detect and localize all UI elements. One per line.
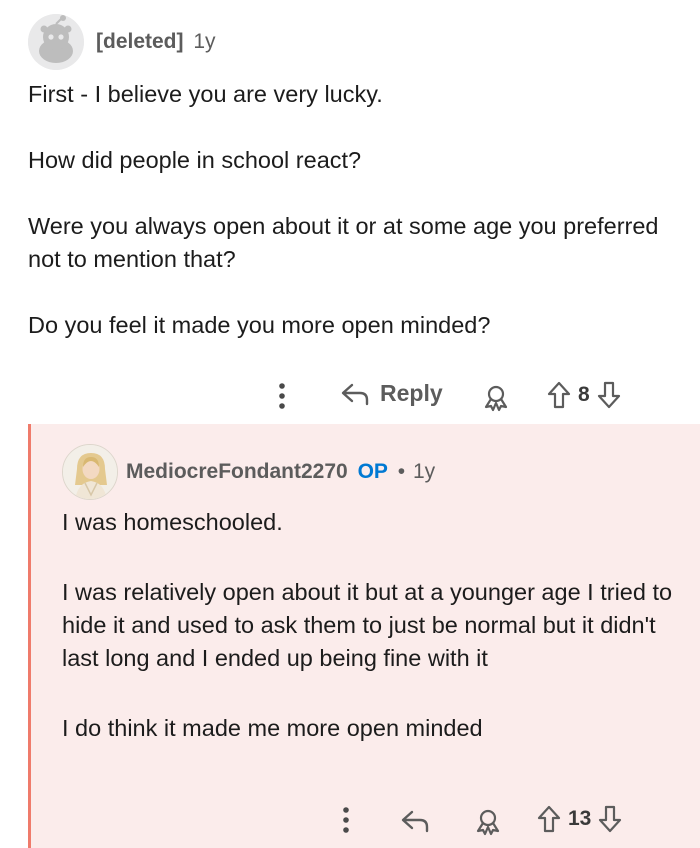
op-badge: OP [357,460,388,483]
reply-award-button[interactable] [472,806,504,838]
comment-age: 1y [193,30,216,53]
reply-button[interactable]: Reply [340,380,443,407]
reply-more-options-button[interactable] [334,802,358,838]
comment-paragraph: Were you always open about it or at some… [28,213,659,272]
comment-author[interactable]: [deleted] [96,30,184,53]
upvote-icon[interactable] [536,804,562,834]
more-vertical-icon [343,807,349,833]
award-button[interactable] [480,382,512,414]
reply-arrow-icon [341,383,369,405]
deleted-user-avatar[interactable] [28,14,84,70]
downvote-icon[interactable] [597,804,623,834]
award-icon [476,809,500,836]
op-avatar[interactable] [62,444,118,500]
reply-paragraph: I was relatively open about it but at a … [62,579,673,671]
reply-vote-count: 13 [568,807,592,830]
downvote-icon[interactable] [596,380,622,410]
comment-body: First - I believe you are very lucky. Ho… [28,78,668,342]
reply-arrow-icon [401,810,429,833]
upvote-icon[interactable] [546,380,572,410]
reply-body: I was homeschooled. I was relatively ope… [62,506,676,745]
avatar-portrait-icon [63,445,117,499]
reply-author[interactable]: MediocreFondant2270 [126,460,348,483]
snoo-icon [28,14,84,70]
meta-separator: • [397,460,406,483]
reply-paragraph: I was homeschooled. [62,509,283,535]
reply-label: Reply [380,380,443,406]
vote-count: 8 [578,383,590,406]
reply-reply-button[interactable] [398,806,432,836]
comment-meta: [deleted] 1y [96,30,216,54]
reply-meta: MediocreFondant2270 OP • 1y [126,460,435,484]
more-options-button[interactable] [270,378,294,414]
reply-paragraph: I do think it made me more open minded [62,715,483,741]
more-vertical-icon [279,383,285,409]
comment-paragraph: Do you feel it made you more open minded… [28,312,491,338]
comment-paragraph: How did people in school react? [28,147,362,173]
comment-paragraph: First - I believe you are very lucky. [28,81,383,107]
reply-age: 1y [412,460,436,483]
vote-control: 8 [546,380,622,410]
reply-vote-control: 13 [536,804,623,834]
award-icon [484,385,508,412]
